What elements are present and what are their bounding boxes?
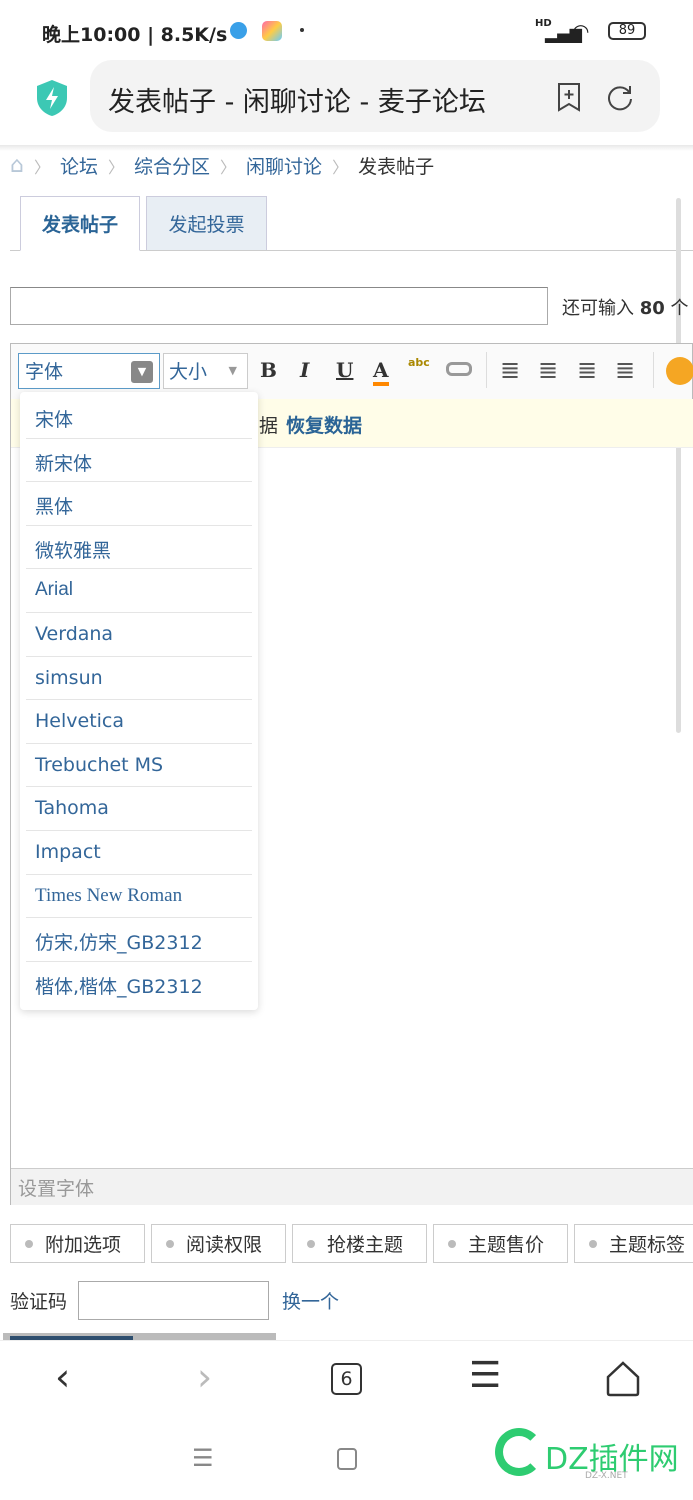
restore-data-link[interactable]: 恢复数据 bbox=[286, 411, 362, 438]
wifi-icon: ◠ bbox=[572, 19, 590, 43]
watermark-logo bbox=[495, 1428, 543, 1476]
font-option[interactable]: simsun bbox=[26, 657, 252, 701]
font-option[interactable]: 楷体,楷体_GB2312 bbox=[26, 962, 252, 1006]
menu-icon[interactable]: ☰ bbox=[469, 1355, 501, 1396]
app-icon bbox=[262, 21, 282, 41]
chevron-down-icon: ▼ bbox=[131, 361, 153, 383]
font-option[interactable]: Tahoma bbox=[26, 787, 252, 831]
option-button-price[interactable]: 主题售价 bbox=[433, 1224, 568, 1263]
browser-nav: ‹ › 6 ☰ bbox=[0, 1340, 693, 1416]
divider bbox=[486, 352, 487, 388]
align-center-icon[interactable]: ≣ bbox=[577, 356, 597, 384]
battery-icon: 89 bbox=[608, 22, 646, 40]
breadcrumb-link[interactable]: 闲聊讨论 bbox=[246, 152, 322, 179]
option-button-extra[interactable]: 附加选项 bbox=[10, 1224, 145, 1263]
dot-icon bbox=[589, 1239, 597, 1248]
dot-icon bbox=[307, 1239, 315, 1248]
option-button-floor[interactable]: 抢楼主题 bbox=[292, 1224, 427, 1263]
refresh-icon[interactable] bbox=[606, 83, 634, 111]
divider bbox=[0, 145, 693, 151]
submit-button-partial[interactable] bbox=[3, 1333, 276, 1340]
font-option[interactable]: Arial bbox=[26, 569, 252, 613]
font-option[interactable]: 新宋体 bbox=[26, 439, 252, 483]
dot-icon bbox=[166, 1239, 174, 1248]
home-icon[interactable]: ⌂ bbox=[10, 153, 24, 178]
recent-apps-icon[interactable]: ☰ bbox=[192, 1444, 214, 1472]
align-left-icon[interactable]: ≣ bbox=[538, 356, 558, 384]
underline-button[interactable]: U bbox=[336, 358, 353, 382]
editor-status: 设置字体 bbox=[11, 1168, 693, 1205]
dot-icon bbox=[25, 1239, 33, 1248]
home-button-icon[interactable] bbox=[337, 1448, 357, 1470]
divider bbox=[653, 352, 654, 388]
watermark-subtext: DZ-X.NET bbox=[585, 1471, 628, 1481]
back-icon[interactable]: ‹ bbox=[55, 1355, 70, 1399]
option-button-permission[interactable]: 阅读权限 bbox=[151, 1224, 286, 1263]
notification-dot bbox=[300, 28, 304, 32]
breadcrumb-link[interactable]: 论坛 bbox=[60, 152, 98, 179]
captcha-refresh-link[interactable]: 换一个 bbox=[282, 1287, 339, 1314]
tabs-icon[interactable]: 6 bbox=[331, 1363, 362, 1395]
breadcrumb-current: 发表帖子 bbox=[358, 156, 435, 178]
font-dropdown: 宋体 新宋体 黑体 微软雅黑 Arial Verdana simsun Helv… bbox=[20, 392, 258, 1010]
forward-icon[interactable]: › bbox=[197, 1355, 212, 1399]
captcha-input[interactable] bbox=[78, 1281, 269, 1320]
font-option[interactable]: Impact bbox=[26, 831, 252, 875]
font-option[interactable]: 宋体 bbox=[26, 395, 252, 439]
size-select[interactable]: 大小 ▼ bbox=[163, 353, 248, 389]
breadcrumb-link[interactable]: 综合分区 bbox=[134, 152, 210, 179]
captcha-label: 验证码 bbox=[10, 1291, 68, 1313]
app-icon bbox=[230, 22, 247, 39]
font-option[interactable]: Verdana bbox=[26, 613, 252, 657]
justify-icon[interactable]: ≣ bbox=[500, 356, 520, 384]
status-bar: 晚上10:00 | 8.5K/s HD ▂▄▆ ◠ 89 bbox=[0, 0, 693, 60]
page-title: 发表帖子 - 闲聊讨论 - 麦子论坛 bbox=[108, 87, 486, 118]
tab-poll[interactable]: 发起投票 bbox=[146, 196, 267, 251]
chevron-down-icon: ▼ bbox=[228, 364, 237, 377]
link-icon[interactable] bbox=[446, 362, 472, 376]
font-select[interactable]: 字体 ▼ bbox=[18, 353, 160, 389]
font-option[interactable]: 微软雅黑 bbox=[26, 526, 252, 570]
font-option[interactable]: Trebuchet MS bbox=[26, 744, 252, 788]
align-right-icon[interactable]: ≣ bbox=[615, 356, 635, 384]
font-option[interactable]: 仿宋,仿宋_GB2312 bbox=[26, 918, 252, 962]
subject-input[interactable] bbox=[10, 287, 548, 325]
char-counter: 还可输入 80 个 bbox=[562, 298, 689, 319]
status-time: 晚上10:00 | 8.5K/s bbox=[42, 24, 228, 46]
shield-icon[interactable] bbox=[34, 78, 70, 118]
dot-icon bbox=[448, 1239, 456, 1248]
italic-button[interactable]: I bbox=[300, 358, 309, 382]
font-option[interactable]: 黑体 bbox=[26, 482, 252, 526]
font-option[interactable]: Times New Roman bbox=[26, 875, 252, 919]
url-bar[interactable]: 发表帖子 - 闲聊讨论 - 麦子论坛 bbox=[90, 60, 660, 132]
font-option[interactable]: Helvetica bbox=[26, 700, 252, 744]
highlight-button[interactable]: abc bbox=[408, 356, 430, 369]
bold-button[interactable]: B bbox=[260, 358, 277, 382]
add-bookmark-icon[interactable] bbox=[556, 82, 582, 112]
option-button-tags[interactable]: 主题标签 bbox=[574, 1224, 693, 1263]
tab-post[interactable]: 发表帖子 bbox=[20, 196, 140, 251]
font-color-button[interactable]: A bbox=[373, 358, 389, 386]
system-nav: ☰ DZ插件网 DZ-X.NET bbox=[0, 1416, 693, 1500]
breadcrumb: ⌂ 〉 论坛 〉 综合分区 〉 闲聊讨论 〉 发表帖子 bbox=[10, 152, 435, 179]
emoji-icon[interactable] bbox=[666, 357, 693, 385]
home-icon[interactable] bbox=[606, 1361, 640, 1397]
